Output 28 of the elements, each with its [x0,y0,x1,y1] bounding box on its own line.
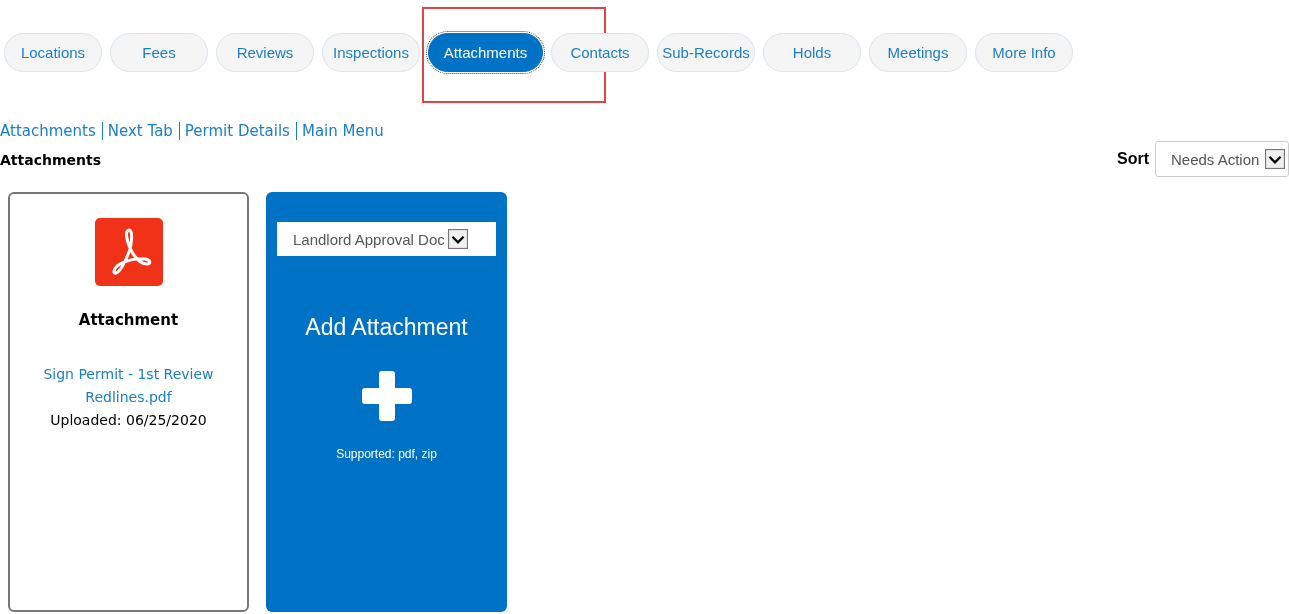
supported-types: Supported: pdf, zip [336,447,437,461]
tab[interactable]: Contacts [551,33,649,72]
file-link[interactable]: Sign Permit - 1st Review Redlines.pdf [33,363,224,409]
tab[interactable]: Locations [4,33,102,72]
sort-label: Sort [1117,150,1149,168]
breadcrumb-link[interactable]: Attachments [0,122,96,140]
tab[interactable]: More Info [975,33,1073,72]
tab[interactable]: Holds [763,33,861,72]
upload-date: Uploaded: 06/25/2020 [50,411,207,430]
breadcrumb-link[interactable]: Next Tab [107,122,173,140]
breadcrumb-link[interactable]: Main Menu [301,122,384,140]
sort-dropdown[interactable]: Needs Action [1155,141,1289,177]
tab[interactable]: Attachments [428,33,543,72]
tab[interactable]: Sub-Records [657,33,755,72]
document-type-dropdown[interactable]: Landlord Approval Doc [277,222,496,256]
chevron-icon [447,229,468,249]
tab[interactable]: Fees [110,33,208,72]
section-heading: Attachments [0,152,101,168]
add-attachment-card[interactable]: Landlord Approval Doc Add Attachment Supported: pdf, zip [266,192,507,612]
breadcrumb-link[interactable]: Permit Details [184,122,290,140]
tab[interactable]: Inspections [322,33,420,72]
plus-icon [361,371,412,421]
chevron-icon [1265,149,1286,169]
tab[interactable]: Reviews [216,33,314,72]
attachment-title: Attachment [78,311,179,329]
pdf-icon [94,218,163,286]
add-attachment-title: Add Attachment [305,314,468,341]
tab[interactable]: Meetings [869,33,967,72]
